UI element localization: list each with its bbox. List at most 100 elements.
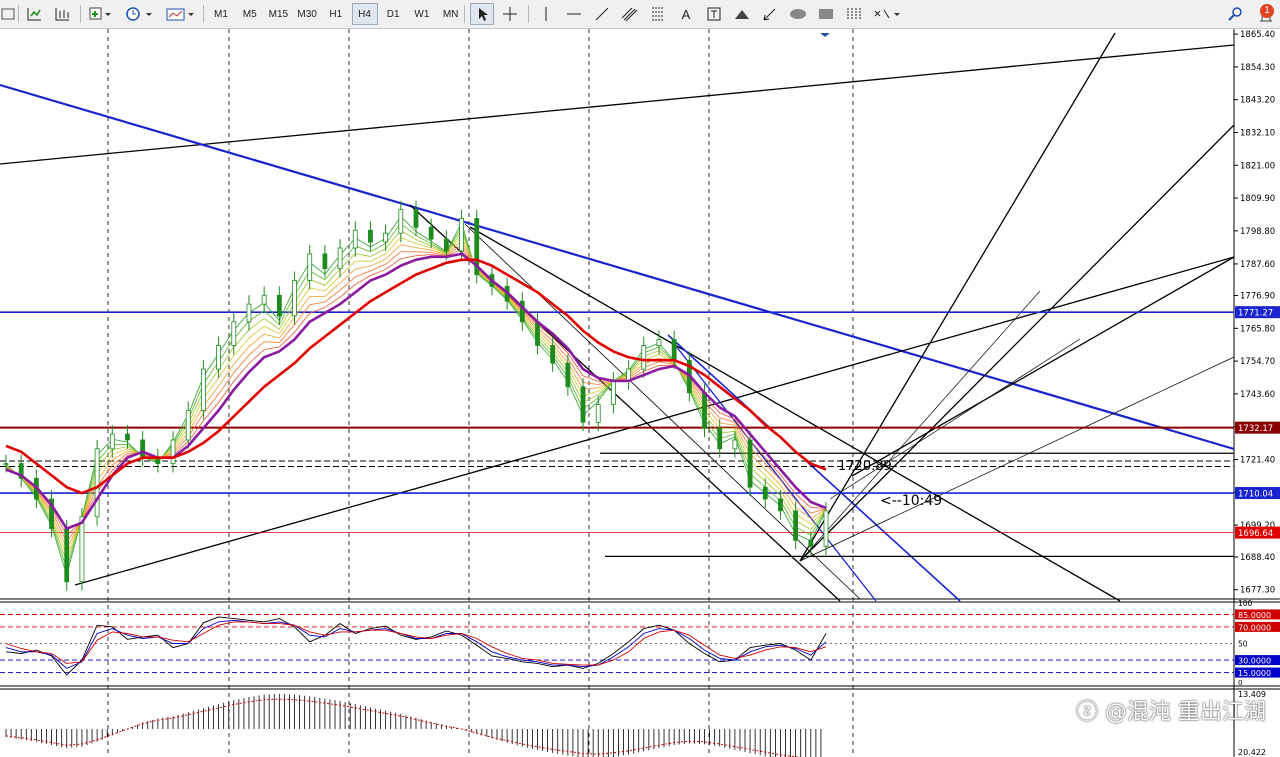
vertical-line-icon[interactable] [534, 3, 558, 25]
candle [762, 486, 768, 500]
horizontal-line-icon[interactable] [562, 3, 586, 25]
template-icon[interactable] [163, 3, 197, 25]
candle [109, 433, 115, 450]
candle [550, 345, 556, 364]
candle [611, 380, 616, 405]
arrow-up-icon[interactable] [730, 3, 754, 25]
price-tag-label: 1696.64 [1238, 529, 1273, 539]
ytick-label: 1798.80 [1240, 227, 1275, 237]
text-icon[interactable]: A [674, 3, 698, 25]
candle [580, 386, 586, 423]
oscillator-ytick: 20.422 [1238, 748, 1266, 757]
candle [368, 229, 373, 243]
ytick-label: 1721.40 [1240, 455, 1275, 465]
candle [793, 510, 799, 541]
candle [717, 427, 723, 450]
candle [276, 294, 282, 317]
annotation-label: <--10:49 [880, 493, 942, 509]
candle [307, 253, 313, 281]
candle [383, 232, 389, 243]
candle [778, 498, 783, 512]
ytick-label: 1809.90 [1240, 194, 1275, 204]
candle [565, 362, 571, 388]
rectangle-icon[interactable] [814, 3, 838, 25]
candle [595, 404, 601, 423]
equidistant-channel-icon[interactable] [618, 3, 642, 25]
stoch-level-label: 15.0000 [1238, 669, 1271, 678]
tab-m1[interactable]: M1 [208, 3, 234, 25]
tab-w1[interactable]: W1 [409, 3, 435, 25]
candle [79, 516, 85, 583]
ytick-label: 1854.30 [1240, 63, 1275, 73]
candle [246, 303, 252, 323]
ytick-label: 1688.40 [1240, 553, 1275, 563]
add-indicator-icon[interactable] [86, 3, 114, 25]
candle [292, 280, 297, 317]
toolbar: A 1 M1 M5 M15 M30 H1 H4 D1 W1 MN [0, 0, 1280, 29]
candle [732, 439, 738, 450]
candle [94, 448, 100, 518]
watermark: ⓩ @混沌 重出江湖 [1076, 700, 1266, 725]
crosshair-icon[interactable] [498, 3, 522, 25]
trend-line-icon[interactable] [590, 3, 614, 25]
stoch-level-label: 0 [1238, 679, 1242, 687]
text-label-icon[interactable] [702, 3, 726, 25]
tab-d1[interactable]: D1 [380, 3, 406, 25]
fibonacci-fan-icon[interactable] [842, 3, 866, 25]
stoch-level-label: 85.0000 [1238, 611, 1271, 620]
tab-m5[interactable]: M5 [237, 3, 263, 25]
candle [261, 294, 267, 305]
ytick-label: 1743.60 [1240, 390, 1275, 400]
candle [201, 368, 206, 411]
price-tag-label: 1732.17 [1238, 424, 1273, 434]
price-chart[interactable]: 1865.40 1854.30 1843.20 1832.10 1821.00 1809.… [0, 29, 1280, 757]
candle [322, 253, 328, 270]
candle [140, 439, 146, 459]
ytick-label: 1776.90 [1240, 292, 1275, 302]
candle [671, 339, 677, 361]
candle [656, 339, 662, 346]
candle [337, 247, 343, 270]
ytick-label: 1865.40 [1240, 30, 1275, 40]
cursor-icon[interactable] [470, 3, 494, 25]
candle [702, 392, 707, 429]
candle [185, 410, 191, 441]
fibonacci-icon[interactable] [646, 3, 670, 25]
candle [808, 540, 814, 547]
ytick-label: 1843.20 [1240, 96, 1275, 106]
candle [64, 528, 70, 583]
shapes-menu-icon[interactable] [870, 3, 904, 25]
candle [535, 321, 540, 346]
chart-window-icon[interactable] [0, 3, 16, 25]
candle [125, 433, 130, 441]
stoch-level-label: 70.0000 [1238, 623, 1271, 632]
candle [747, 439, 753, 488]
candle [459, 218, 464, 252]
candle [3, 463, 9, 466]
arrow-down-icon[interactable] [758, 3, 782, 25]
new-chart-icon[interactable] [22, 3, 46, 25]
profiles-icon[interactable] [50, 3, 74, 25]
tab-h1[interactable]: H1 [323, 3, 349, 25]
tab-mn[interactable]: MN [438, 3, 464, 25]
stoch-level-label: 50 [1238, 640, 1248, 649]
candle [352, 229, 358, 249]
stoch-level-label: 30.0000 [1238, 657, 1271, 666]
ytick-label: 1677.30 [1240, 586, 1275, 596]
stoch-level-label: 100 [1238, 599, 1253, 608]
ytick-label: 1754.70 [1240, 357, 1275, 367]
tab-m30[interactable]: M30 [294, 3, 320, 25]
ytick-label: 1821.00 [1240, 161, 1275, 171]
price-tag-label: 1710.04 [1238, 490, 1273, 500]
candle [428, 226, 434, 240]
price-tag-label: 1771.27 [1238, 309, 1273, 319]
clock-history-icon[interactable] [122, 3, 156, 25]
candle [170, 439, 176, 465]
tab-h4[interactable]: H4 [351, 3, 378, 25]
search-icon[interactable] [1224, 3, 1246, 25]
tab-m15[interactable]: M15 [265, 3, 291, 25]
candle [231, 321, 237, 346]
candle [641, 345, 647, 370]
candle [413, 209, 419, 228]
ellipse-icon[interactable] [786, 3, 810, 25]
